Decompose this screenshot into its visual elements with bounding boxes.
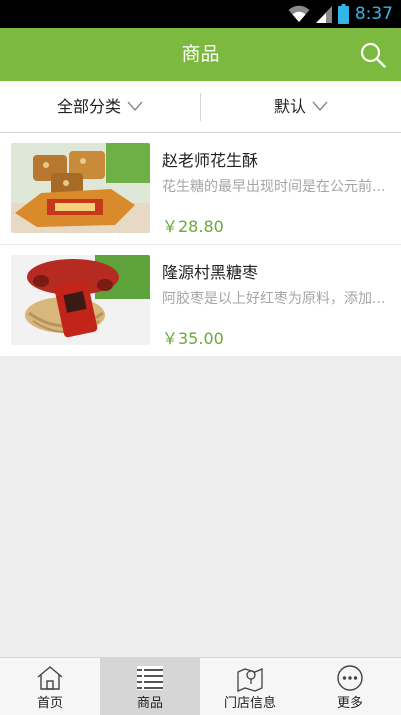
product-name: 隆源村黑糖枣 [162, 263, 259, 282]
status-time: 8:37 [354, 4, 393, 24]
bottom-tab-bar: 首页 商品 门店信息 更多 [0, 657, 401, 715]
product-image-brown-sugar-dates [11, 255, 150, 345]
sort-filter[interactable]: 默认 [201, 81, 401, 132]
status-bar: 8:37 [0, 0, 401, 28]
filter-bar: 全部分类 默认 [0, 81, 401, 133]
tab-store-info[interactable]: 门店信息 [200, 658, 300, 715]
product-name: 赵老师花生酥 [162, 151, 259, 170]
product-description: 花生糖的最早出现时间是在公元前... [162, 179, 386, 195]
signal-icon [315, 6, 332, 23]
tab-more[interactable]: 更多 [300, 658, 400, 715]
tab-products[interactable]: 商品 [100, 658, 200, 715]
category-filter-label: 全部分类 [56, 97, 121, 116]
tab-home[interactable]: 首页 [0, 658, 100, 715]
more-icon [337, 665, 363, 691]
header-bar: 商品 [0, 28, 401, 81]
sort-filter-label: 默认 [273, 97, 306, 116]
home-icon [37, 666, 63, 690]
tab-more-label: 更多 [336, 696, 363, 711]
product-description: 阿胶枣是以上好红枣为原料，添加... [162, 291, 386, 307]
product-price: ￥28.80 [162, 217, 224, 236]
wifi-icon [288, 5, 310, 22]
battery-icon [337, 4, 349, 24]
tab-store-info-label: 门店信息 [223, 696, 276, 711]
chevron-down-icon [312, 101, 328, 111]
search-icon[interactable] [359, 41, 387, 69]
product-list: 赵老师花生酥 花生糖的最早出现时间是在公元前... ￥28.80 隆源村黑糖枣 … [0, 133, 401, 357]
chevron-down-icon [127, 101, 143, 111]
category-filter[interactable]: 全部分类 [0, 81, 200, 132]
page-title: 商品 [181, 43, 220, 65]
product-price: ￥35.00 [162, 329, 224, 348]
product-item[interactable]: 隆源村黑糖枣 阿胶枣是以上好红枣为原料，添加... ￥35.00 [0, 245, 401, 357]
list-icon [137, 666, 163, 690]
map-icon [237, 668, 263, 692]
tab-products-label: 商品 [136, 696, 163, 711]
product-image-peanut-brittle [11, 143, 150, 233]
tab-home-label: 首页 [36, 696, 63, 711]
product-item[interactable]: 赵老师花生酥 花生糖的最早出现时间是在公元前... ￥28.80 [0, 133, 401, 245]
